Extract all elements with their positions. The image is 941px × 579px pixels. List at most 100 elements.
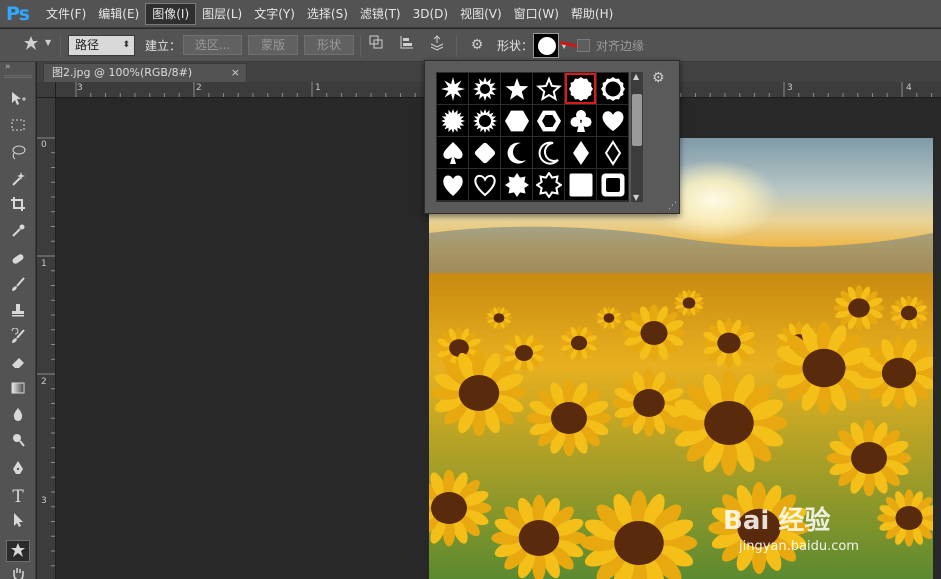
collapse-icon[interactable]: » — [5, 62, 11, 72]
type-tool-icon[interactable]: T — [6, 486, 30, 508]
menu-help[interactable]: 帮助(H) — [565, 0, 619, 28]
ruler-label: 2 — [41, 377, 47, 387]
shape-grid — [436, 72, 629, 202]
sunflower — [833, 284, 885, 332]
shape-diamond-icon[interactable] — [565, 137, 596, 168]
shape-heart-alt-icon[interactable] — [437, 169, 468, 200]
shape-sunburst-outline-icon[interactable] — [469, 105, 500, 136]
menu-filter[interactable]: 滤镜(T) — [354, 0, 407, 28]
close-icon[interactable]: × — [231, 64, 240, 81]
menu-3d[interactable]: 3D(D) — [407, 0, 454, 28]
shape-crescent-icon[interactable] — [501, 137, 532, 168]
shape-star-5-outline-icon[interactable] — [533, 73, 564, 104]
sunflower — [526, 379, 612, 457]
ruler-vertical[interactable]: 0 1 2 3 — [37, 98, 56, 579]
shape-diamond-round-icon[interactable] — [469, 137, 500, 168]
menu-bar: Ps 文件(F) 编辑(E) 图像(I) 图层(L) 文字(Y) 选择(S) 滤… — [0, 0, 941, 28]
divider — [360, 35, 361, 57]
make-shape-button[interactable]: 形状 — [304, 35, 354, 55]
menu-file[interactable]: 文件(F) — [40, 0, 92, 28]
ruler-label: 3 — [787, 83, 793, 93]
resize-grip-icon[interactable]: ⋰ — [668, 201, 677, 211]
ruler-corner — [37, 82, 56, 98]
eraser-tool-icon[interactable] — [6, 354, 30, 376]
seal-icon — [539, 38, 555, 54]
divider — [456, 35, 457, 57]
shape-spade-icon[interactable] — [437, 137, 468, 168]
magic-wand-tool-icon[interactable] — [6, 170, 30, 192]
pen-tool-icon[interactable] — [6, 460, 30, 482]
dodge-tool-icon[interactable] — [6, 432, 30, 454]
eyedropper-tool-icon[interactable] — [6, 223, 30, 245]
hand-tool-icon[interactable] — [6, 566, 30, 579]
shape-seal-filled-icon[interactable] — [565, 73, 596, 104]
shape-star-8-outline-icon[interactable] — [533, 169, 564, 200]
mode-select[interactable]: 路径 ⬍ — [68, 35, 135, 56]
make-selection-button[interactable]: 选区... — [183, 35, 242, 55]
picker-scrollbar[interactable]: ▲ ▼ — [631, 72, 643, 202]
shape-square-frame-icon[interactable] — [597, 169, 628, 200]
menu-window[interactable]: 窗口(W) — [508, 0, 565, 28]
shape-star-5-icon[interactable] — [501, 73, 532, 104]
ruler-label: 3 — [77, 83, 83, 93]
shape-picker-popup: ▲ ▼ ⚙ ⋰ — [424, 60, 680, 214]
make-mask-button[interactable]: 蒙版 — [248, 35, 298, 55]
shape-diamond-outline-icon[interactable] — [597, 137, 628, 168]
scroll-down-icon[interactable]: ▼ — [633, 193, 639, 202]
menu-layer[interactable]: 图层(L) — [196, 0, 248, 28]
shape-starburst-12-icon[interactable] — [469, 73, 500, 104]
scroll-up-icon[interactable]: ▲ — [633, 72, 639, 81]
path-operations-icon[interactable] — [365, 34, 387, 57]
mode-select-value: 路径 — [75, 38, 100, 52]
ps-logo: Ps — [6, 3, 30, 25]
history-brush-tool-icon[interactable] — [6, 327, 30, 350]
menu-image[interactable]: 图像(I) — [145, 3, 197, 25]
gear-icon[interactable]: ⚙ — [466, 34, 488, 56]
tab-document-title: 图2.jpg @ 100%(RGB/8#) — [52, 66, 193, 79]
gradient-tool-icon[interactable] — [6, 380, 30, 402]
path-select-tool-icon[interactable] — [6, 512, 30, 534]
shape-club-icon[interactable] — [565, 105, 596, 136]
lasso-tool-icon[interactable] — [6, 143, 30, 165]
select-arrows-icon: ⬍ — [122, 40, 130, 50]
shape-seal-outline-icon[interactable] — [597, 73, 628, 104]
healing-tool-icon[interactable] — [6, 250, 30, 272]
shape-star-8-icon[interactable] — [501, 169, 532, 200]
ruler-label: 1 — [41, 259, 47, 269]
shape-starburst-8-icon[interactable] — [437, 73, 468, 104]
tool-preset-icon[interactable] — [20, 34, 42, 59]
align-edges-checkbox[interactable] — [577, 39, 590, 52]
menu-list: 文件(F) 编辑(E) 图像(I) 图层(L) 文字(Y) 选择(S) 滤镜(T… — [40, 0, 619, 28]
menu-view[interactable]: 视图(V) — [454, 0, 508, 28]
sunflower — [486, 306, 512, 330]
shape-heart-icon[interactable] — [597, 105, 628, 136]
path-alignment-icon[interactable] — [396, 34, 418, 57]
scrollbar-thumb[interactable] — [632, 94, 642, 146]
shape-swatch[interactable] — [533, 33, 559, 58]
custom-shape-tool-icon[interactable] — [6, 540, 30, 562]
tab-document[interactable]: 图2.jpg @ 100%(RGB/8#) × — [43, 63, 247, 82]
menu-select[interactable]: 选择(S) — [301, 0, 354, 28]
panel-grip[interactable] — [4, 75, 32, 78]
stamp-tool-icon[interactable] — [6, 302, 30, 324]
crop-tool-icon[interactable] — [6, 196, 30, 218]
shape-hexagon-icon[interactable] — [501, 105, 532, 136]
tool-preset-dropdown-icon[interactable]: ▼ — [45, 38, 51, 47]
path-arrangement-icon[interactable] — [426, 34, 448, 59]
shape-hexagon-outline-icon[interactable] — [533, 105, 564, 136]
shape-heart-outline-icon[interactable] — [469, 169, 500, 200]
sunflower — [491, 494, 587, 579]
sunflower — [674, 289, 704, 317]
blur-tool-icon[interactable] — [6, 406, 30, 428]
menu-type[interactable]: 文字(Y) — [248, 0, 301, 28]
ruler-label: 2 — [196, 83, 202, 93]
shape-sunburst-icon[interactable] — [437, 105, 468, 136]
shape-crescent-outline-icon[interactable] — [533, 137, 564, 168]
move-tool-icon[interactable] — [6, 90, 30, 112]
divider — [60, 35, 61, 57]
marquee-tool-icon[interactable] — [6, 117, 30, 139]
menu-edit[interactable]: 编辑(E) — [92, 0, 145, 28]
shape-square-round-icon[interactable] — [565, 169, 596, 200]
brush-tool-icon[interactable] — [6, 276, 30, 298]
gear-icon[interactable]: ⚙ — [652, 70, 665, 86]
